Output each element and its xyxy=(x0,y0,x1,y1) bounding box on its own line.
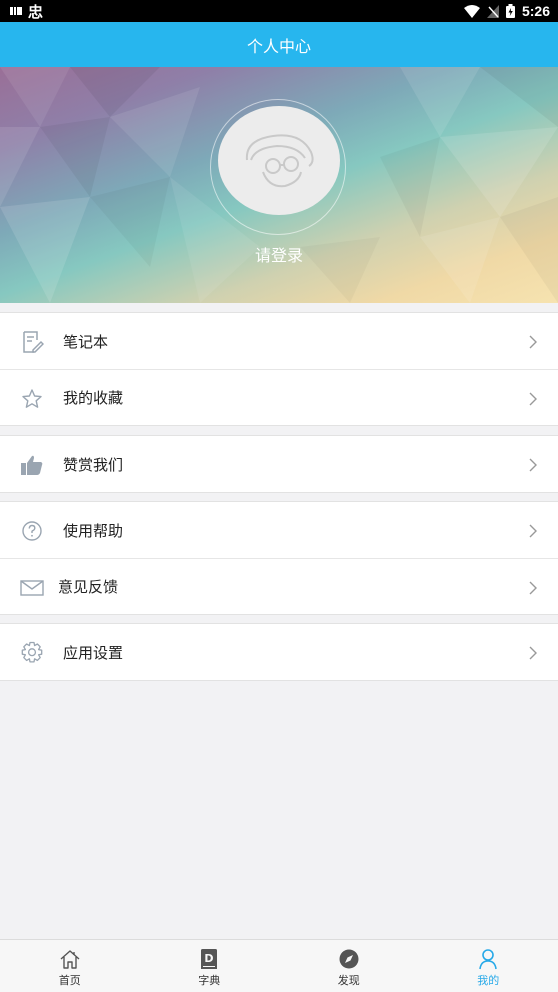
menu-group-support: 使用帮助 意见反馈 xyxy=(0,501,558,615)
status-bar: 忠 5:26 xyxy=(0,0,558,22)
sim-card-icon xyxy=(10,7,22,15)
star-icon xyxy=(22,389,42,408)
menu-label-help: 使用帮助 xyxy=(63,521,124,540)
menu-group-notes: 笔记本 我的收藏 xyxy=(0,312,558,426)
menu-item-help[interactable]: 使用帮助 xyxy=(0,502,558,558)
menu-item-notebook[interactable]: 笔记本 xyxy=(0,313,558,369)
thumbs-up-icon xyxy=(21,455,43,475)
compass-icon xyxy=(339,949,359,969)
menu-item-settings[interactable]: 应用设置 xyxy=(0,624,558,680)
chevron-right-icon xyxy=(529,524,537,538)
menu-label-appreciate: 赞赏我们 xyxy=(63,455,124,474)
menu-item-feedback[interactable]: 意见反馈 xyxy=(0,558,558,614)
notification-app-glyph: 忠 xyxy=(28,2,44,21)
dictionary-icon: D xyxy=(201,949,218,969)
mail-icon xyxy=(20,580,44,596)
tab-label-home: 首页 xyxy=(58,974,81,987)
home-icon xyxy=(60,950,80,969)
chevron-right-icon xyxy=(529,581,537,595)
status-time: 5:26 xyxy=(521,3,550,19)
avatar[interactable] xyxy=(218,106,340,215)
chevron-right-icon xyxy=(529,335,537,349)
battery-charging-icon xyxy=(505,4,515,18)
page-title: 个人中心 xyxy=(246,36,311,56)
menu-label-feedback: 意见反馈 xyxy=(58,578,119,596)
tab-mine[interactable]: 我的 xyxy=(419,940,558,992)
profile-banner: 请登录 xyxy=(0,67,558,303)
tab-discover[interactable]: 发现 xyxy=(279,940,419,992)
notebook-edit-icon xyxy=(23,331,44,353)
menu-group-appreciate: 赞赏我们 xyxy=(0,435,558,493)
user-icon xyxy=(479,949,498,970)
svg-text:D: D xyxy=(205,952,214,965)
tab-label-mine: 我的 xyxy=(477,974,500,987)
title-bar: 个人中心 xyxy=(0,22,558,67)
tab-home[interactable]: 首页 xyxy=(0,940,140,992)
tab-label-discover: 发现 xyxy=(337,974,360,987)
tab-label-dictionary: 字典 xyxy=(198,974,221,987)
chevron-right-icon xyxy=(529,392,537,406)
menu-label-favorites: 我的收藏 xyxy=(63,389,124,407)
bottom-tab-bar: 首页 D 字典 发现 我的 xyxy=(0,939,558,992)
wifi-icon xyxy=(463,4,480,18)
no-signal-icon xyxy=(486,4,499,18)
menu-item-appreciate[interactable]: 赞赏我们 xyxy=(0,436,558,492)
gear-icon xyxy=(21,641,43,663)
chevron-right-icon xyxy=(529,458,537,472)
chevron-right-icon xyxy=(529,646,537,660)
menu-label-notebook: 笔记本 xyxy=(63,332,109,351)
menu-label-settings: 应用设置 xyxy=(63,643,124,662)
login-prompt[interactable]: 请登录 xyxy=(0,242,558,266)
menu-group-settings: 应用设置 xyxy=(0,623,558,681)
tab-dictionary[interactable]: D 字典 xyxy=(140,940,280,992)
help-circle-icon xyxy=(22,521,42,541)
default-avatar-icon xyxy=(245,133,314,187)
menu-item-favorites[interactable]: 我的收藏 xyxy=(0,369,558,425)
